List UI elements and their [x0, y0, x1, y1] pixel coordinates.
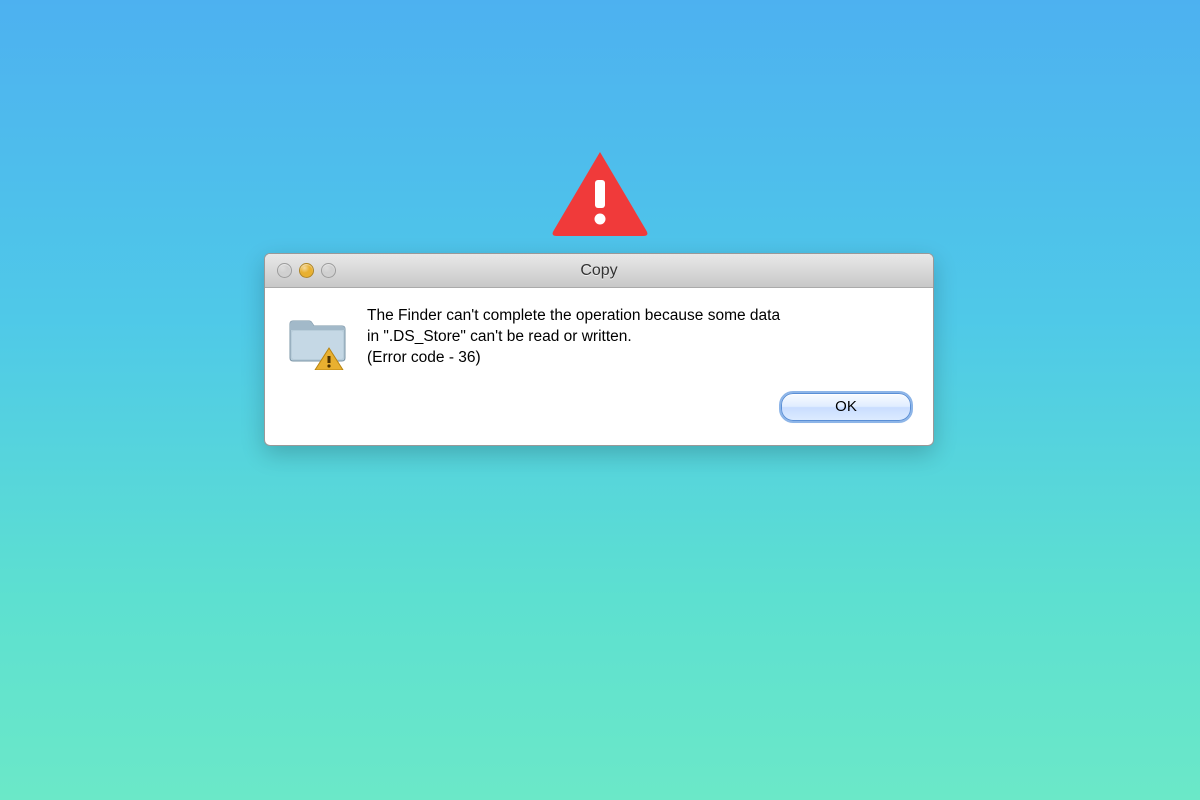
close-window-button[interactable] [277, 263, 292, 278]
zoom-window-button[interactable] [321, 263, 336, 278]
dialog-message: The Finder can't complete the operation … [367, 306, 911, 427]
message-line-1: The Finder can't complete the operation … [367, 306, 911, 327]
warning-triangle-icon [550, 148, 650, 241]
ok-button[interactable]: OK [781, 393, 911, 421]
minimize-window-button[interactable] [299, 263, 314, 278]
dialog-title: Copy [265, 262, 933, 280]
dialog-content: The Finder can't complete the operation … [265, 288, 933, 445]
folder-warning-icon [287, 306, 349, 427]
message-line-2: in ".DS_Store" can't be read or written. [367, 327, 911, 348]
dialog-button-row: OK [367, 393, 911, 427]
message-line-3: (Error code - 36) [367, 348, 911, 369]
dialog-titlebar[interactable]: Copy [265, 254, 933, 288]
error-dialog: Copy The Finder can't complete the opera… [264, 253, 934, 446]
traffic-lights [265, 263, 336, 278]
